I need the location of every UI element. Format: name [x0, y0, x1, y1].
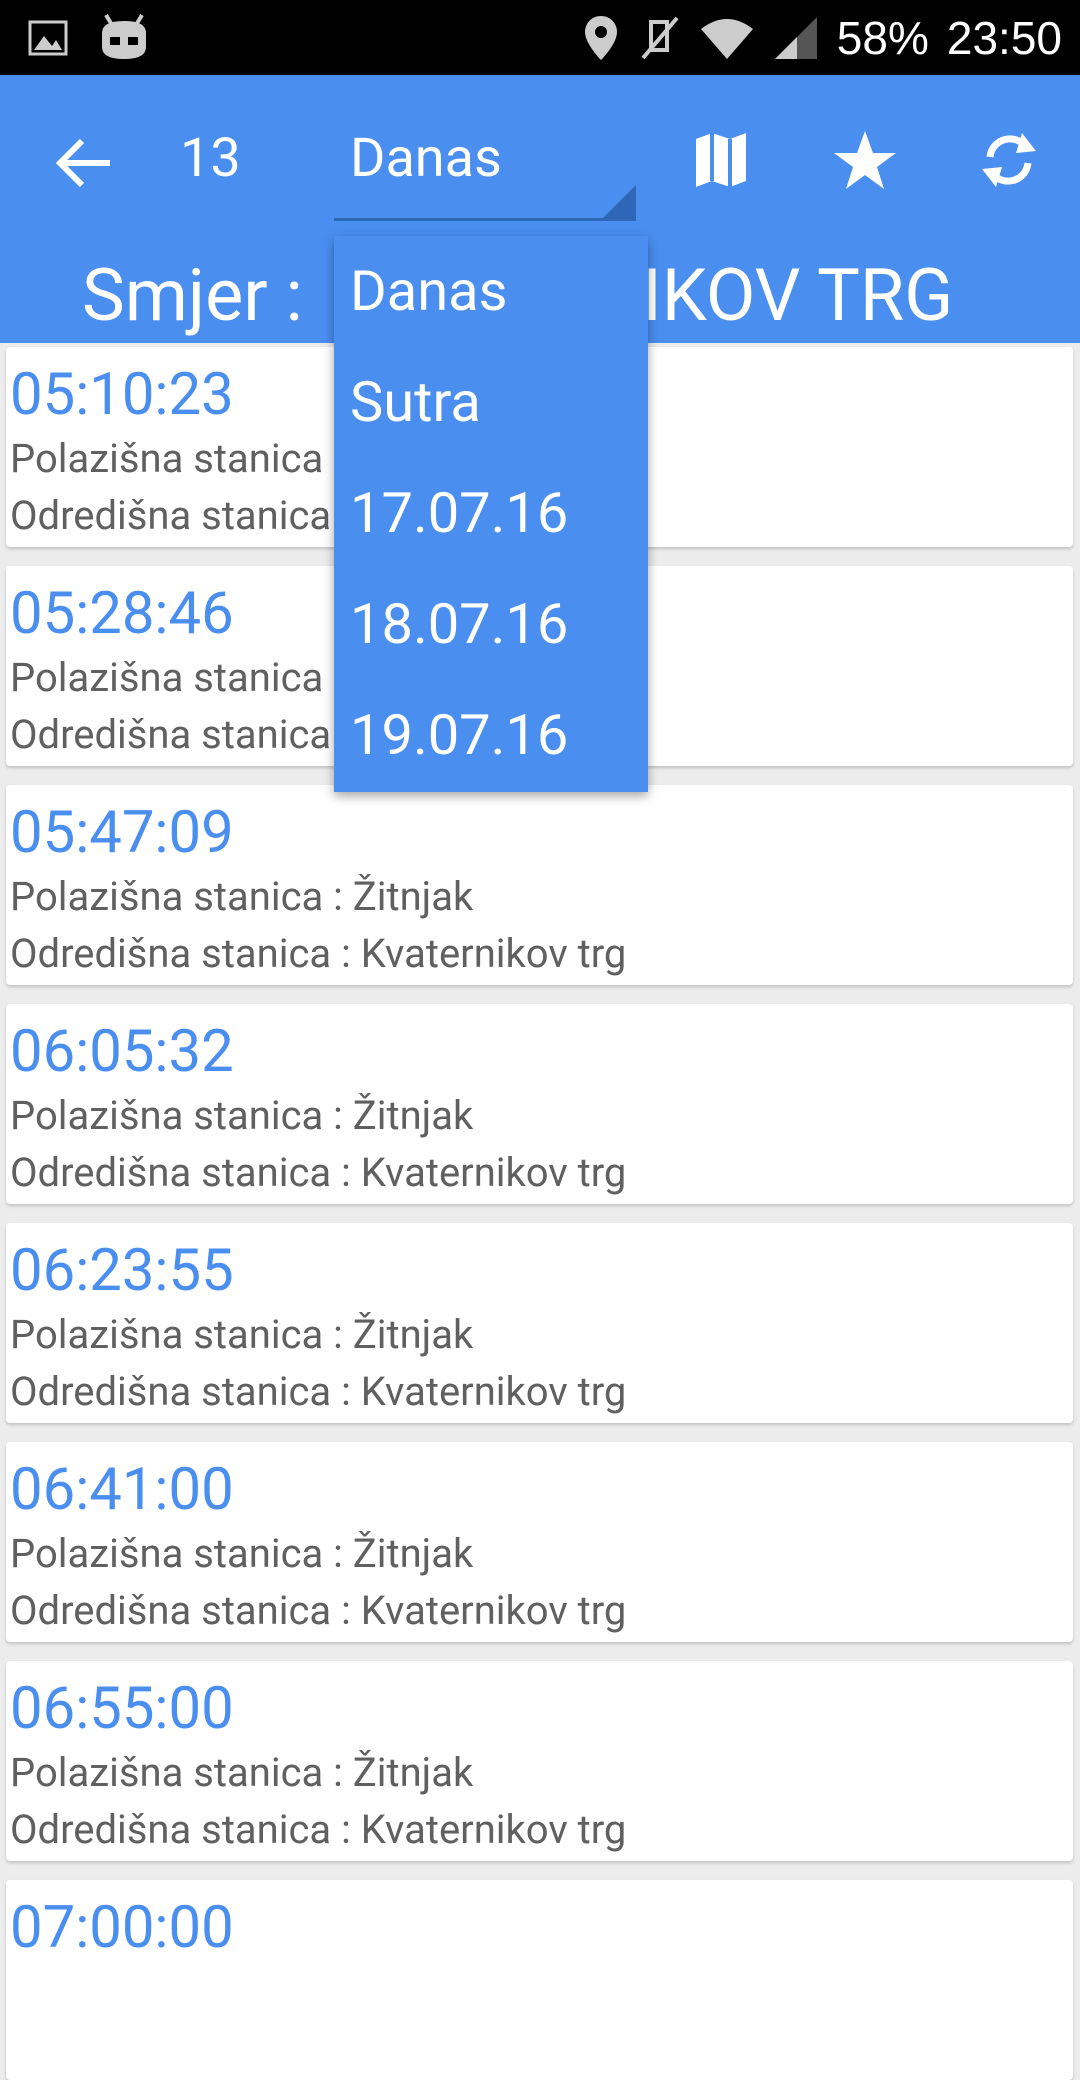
departure-card[interactable]: 06:41:00 Polazišna stanica : Žitnjak Odr… — [6, 1442, 1073, 1642]
status-bar: 58% 23:50 — [0, 0, 1080, 75]
origin-station: Polazišna stanica : Žitnjak — [10, 1092, 474, 1139]
location-icon — [583, 14, 619, 62]
departure-card[interactable]: 07:00:00 — [6, 1880, 1073, 2080]
day-spinner[interactable]: Danas — [334, 103, 636, 221]
wifi-icon — [699, 15, 755, 61]
spinner-underline — [334, 218, 636, 221]
destination-station: Odredišna stanica : Kvaternikov trg — [10, 1806, 627, 1853]
mute-icon — [637, 14, 681, 62]
day-spinner-value: Danas — [350, 127, 502, 190]
departure-time: 05:47:09 — [10, 799, 234, 867]
origin-station: Polazišna stanica : Žitnjak — [10, 873, 474, 920]
destination-station: Odredišna stanica : Kvaternikov trg — [10, 930, 627, 977]
destination-station: Odredišna stanica : Kvaternikov trg — [10, 1587, 627, 1634]
departure-card[interactable]: 06:23:55 Polazišna stanica : Žitnjak Odr… — [6, 1223, 1073, 1423]
clock: 23:50 — [946, 11, 1062, 64]
dropdown-option-sutra[interactable]: Sutra — [350, 347, 640, 458]
destination-station: Odredišna stanica : Kvaternikov trg — [10, 1368, 627, 1415]
back-button[interactable] — [52, 130, 118, 196]
refresh-icon — [982, 133, 1036, 187]
departure-time: 06:41:00 — [10, 1456, 234, 1524]
dropdown-option-date-3[interactable]: 19.07.16 — [350, 680, 640, 791]
image-icon — [28, 18, 68, 58]
departure-time: 05:28:46 — [10, 580, 234, 648]
map-button[interactable] — [688, 127, 754, 193]
origin-station: Polazišna stanica : Žitnjak — [10, 1530, 474, 1577]
departure-time: 06:05:32 — [10, 1018, 234, 1086]
departure-time: 07:00:00 — [10, 1894, 234, 1962]
signal-icon — [773, 15, 819, 61]
back-arrow-icon — [55, 138, 110, 188]
star-icon — [834, 131, 896, 189]
map-icon — [696, 133, 746, 187]
origin-station: Polazišna stanica : Žitnjak — [10, 1311, 474, 1358]
direction-prefix: Smjer : — [82, 253, 321, 338]
departure-time: 05:10:23 — [10, 361, 234, 429]
departure-card[interactable]: 06:55:00 Polazišna stanica : Žitnjak Odr… — [6, 1661, 1073, 1861]
spinner-arrow-icon — [600, 185, 636, 221]
dropdown-option-danas[interactable]: Danas — [350, 236, 640, 347]
refresh-button[interactable] — [976, 127, 1042, 193]
departure-time: 06:23:55 — [10, 1237, 234, 1305]
departure-time: 06:55:00 — [10, 1675, 234, 1743]
origin-station: Polazišna stanica : Žitnjak — [10, 1749, 474, 1796]
destination-station: Odredišna stanica : Kvaternikov trg — [10, 1149, 627, 1196]
dropdown-option-date-1[interactable]: 17.07.16 — [350, 458, 640, 569]
route-number: 13 — [180, 127, 241, 190]
day-dropdown-menu: Danas Sutra 17.07.16 18.07.16 19.07.16 — [334, 236, 648, 792]
android-icon — [96, 13, 152, 63]
departure-card[interactable]: 06:05:32 Polazišna stanica : Žitnjak Odr… — [6, 1004, 1073, 1204]
favorite-button[interactable] — [832, 127, 898, 193]
battery-text: 58% — [836, 11, 929, 64]
dropdown-option-date-2[interactable]: 18.07.16 — [350, 569, 640, 680]
departure-card[interactable]: 05:47:09 Polazišna stanica : Žitnjak Odr… — [6, 785, 1073, 985]
